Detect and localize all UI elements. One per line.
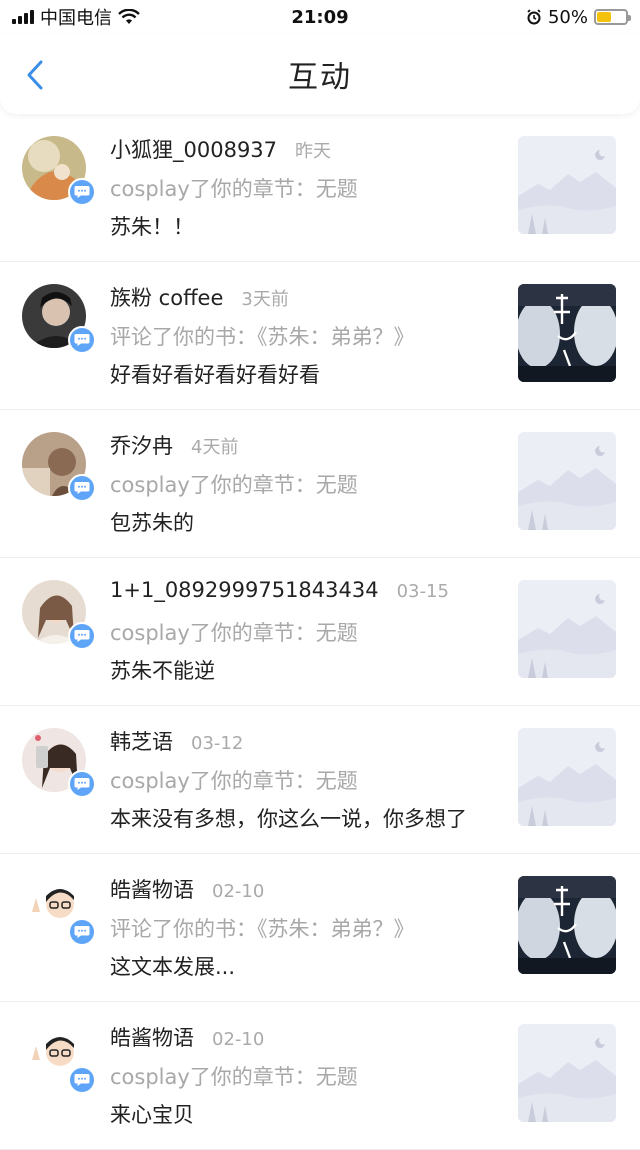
thumbnail[interactable]	[518, 580, 616, 678]
item-content: 小狐狸_0008937 昨天 cosplay了你的章节：无题 苏朱！！	[110, 134, 500, 242]
chevron-left-icon	[27, 60, 43, 90]
avatar[interactable]	[22, 136, 96, 206]
list-item[interactable]: 乔汐冉 4天前 cosplay了你的章节：无题 包苏朱的	[0, 410, 640, 558]
list-item[interactable]: 皓酱物语 02-10 评论了你的书：《苏朱：弟弟？》 这文本发展...	[0, 854, 640, 1002]
item-content: 韩芝语 03-12 cosplay了你的章节：无题 本来没有多想，你这么一说，你…	[110, 726, 500, 834]
item-comment: 本来没有多想，你这么一说，你多想了	[110, 807, 467, 831]
interaction-list: 小狐狸_0008937 昨天 cosplay了你的章节：无题 苏朱！！ 族粉 c…	[0, 114, 640, 1150]
thumbnail[interactable]	[518, 432, 616, 530]
item-header: 小狐狸_0008937 昨天	[110, 134, 500, 170]
item-time: 03-15	[396, 581, 449, 602]
list-item[interactable]: 韩芝语 03-12 cosplay了你的章节：无题 本来没有多想，你这么一说，你…	[0, 706, 640, 854]
item-content: 1+1_0892999751843434 03-15 cosplay了你的章节：…	[110, 578, 500, 686]
list-item[interactable]: 小狐狸_0008937 昨天 cosplay了你的章节：无题 苏朱！！	[0, 114, 640, 262]
comment-badge-icon	[68, 918, 96, 946]
item-comment: 苏朱！！	[110, 215, 194, 239]
item-action: cosplay了你的章节：无题	[110, 177, 358, 201]
nav-bar: 互动	[0, 34, 640, 114]
alarm-icon	[527, 9, 541, 25]
comment-badge-icon	[68, 326, 96, 354]
avatar[interactable]	[22, 432, 96, 502]
item-time: 02-10	[212, 1029, 265, 1050]
list-item[interactable]: 1+1_0892999751843434 03-15 cosplay了你的章节：…	[0, 558, 640, 706]
user-name[interactable]: 皓酱物语	[110, 1022, 194, 1052]
item-comment: 苏朱不能逆	[110, 659, 215, 683]
comment-badge-icon	[68, 1066, 96, 1094]
item-action: cosplay了你的章节：无题	[110, 1065, 358, 1089]
page-title: 互动	[288, 60, 352, 95]
item-time: 03-12	[191, 733, 244, 754]
list-item[interactable]: 族粉 coffee 3天前 评论了你的书：《苏朱：弟弟？》 好看好看好看好看好看	[0, 262, 640, 410]
user-name[interactable]: 1+1_0892999751843434	[110, 578, 379, 602]
avatar[interactable]	[22, 284, 96, 354]
item-action: cosplay了你的章节：无题	[110, 473, 358, 497]
item-content: 族粉 coffee 3天前 评论了你的书：《苏朱：弟弟？》 好看好看好看好看好看	[110, 282, 500, 390]
item-time: 昨天	[295, 141, 332, 162]
item-header: 乔汐冉 4天前	[110, 430, 500, 466]
avatar[interactable]	[22, 728, 96, 798]
item-content: 皓酱物语 02-10 评论了你的书：《苏朱：弟弟？》 这文本发展...	[110, 874, 500, 982]
user-name[interactable]: 皓酱物语	[110, 874, 194, 904]
avatar[interactable]	[22, 1024, 96, 1094]
user-name[interactable]: 乔汐冉	[110, 430, 173, 460]
item-header: 皓酱物语 02-10	[110, 874, 500, 910]
comment-badge-icon	[68, 178, 96, 206]
user-name[interactable]: 韩芝语	[110, 726, 173, 756]
wifi-icon	[118, 9, 140, 24]
avatar[interactable]	[22, 580, 96, 650]
thumbnail[interactable]	[518, 136, 616, 234]
signal-icon	[12, 10, 34, 24]
thumbnail[interactable]	[518, 284, 616, 382]
item-header: 韩芝语 03-12	[110, 726, 500, 762]
comment-badge-icon	[68, 770, 96, 798]
item-header: 族粉 coffee 3天前	[110, 282, 500, 318]
comment-badge-icon	[68, 474, 96, 502]
item-action: cosplay了你的章节：无题	[110, 621, 358, 645]
item-content: 皓酱物语 02-10 cosplay了你的章节：无题 来心宝贝	[110, 1022, 500, 1130]
item-action: cosplay了你的章节：无题	[110, 769, 358, 793]
thumbnail[interactable]	[518, 1024, 616, 1122]
back-button[interactable]	[20, 58, 50, 92]
item-time: 3天前	[241, 289, 289, 310]
item-header: 1+1_0892999751843434 03-15	[110, 578, 500, 614]
item-comment: 来心宝贝	[110, 1103, 194, 1127]
item-time: 4天前	[191, 437, 239, 458]
carrier-label: 中国电信	[40, 8, 112, 29]
thumbnail[interactable]	[518, 876, 616, 974]
status-left: 中国电信	[12, 4, 140, 30]
item-action: 评论了你的书：《苏朱：弟弟？》	[110, 917, 415, 941]
status-right: 50%	[526, 6, 631, 28]
item-comment: 好看好看好看好看好看	[110, 363, 320, 387]
thumbnail[interactable]	[518, 728, 616, 826]
item-content: 乔汐冉 4天前 cosplay了你的章节：无题 包苏朱的	[110, 430, 500, 538]
battery-percent: 50%	[547, 6, 588, 28]
item-comment: 包苏朱的	[110, 511, 194, 535]
item-action: 评论了你的书：《苏朱：弟弟？》	[110, 325, 415, 349]
item-time: 02-10	[212, 881, 265, 902]
user-name[interactable]: 族粉 coffee	[110, 282, 223, 312]
item-comment: 这文本发展...	[110, 955, 236, 979]
comment-badge-icon	[68, 622, 96, 650]
user-name[interactable]: 小狐狸_0008937	[110, 134, 277, 164]
battery-icon	[594, 9, 631, 25]
item-header: 皓酱物语 02-10	[110, 1022, 500, 1058]
list-item[interactable]: 皓酱物语 02-10 cosplay了你的章节：无题 来心宝贝	[0, 1002, 640, 1150]
status-bar: 中国电信 21:09 50%	[0, 0, 640, 34]
avatar[interactable]	[22, 876, 96, 946]
